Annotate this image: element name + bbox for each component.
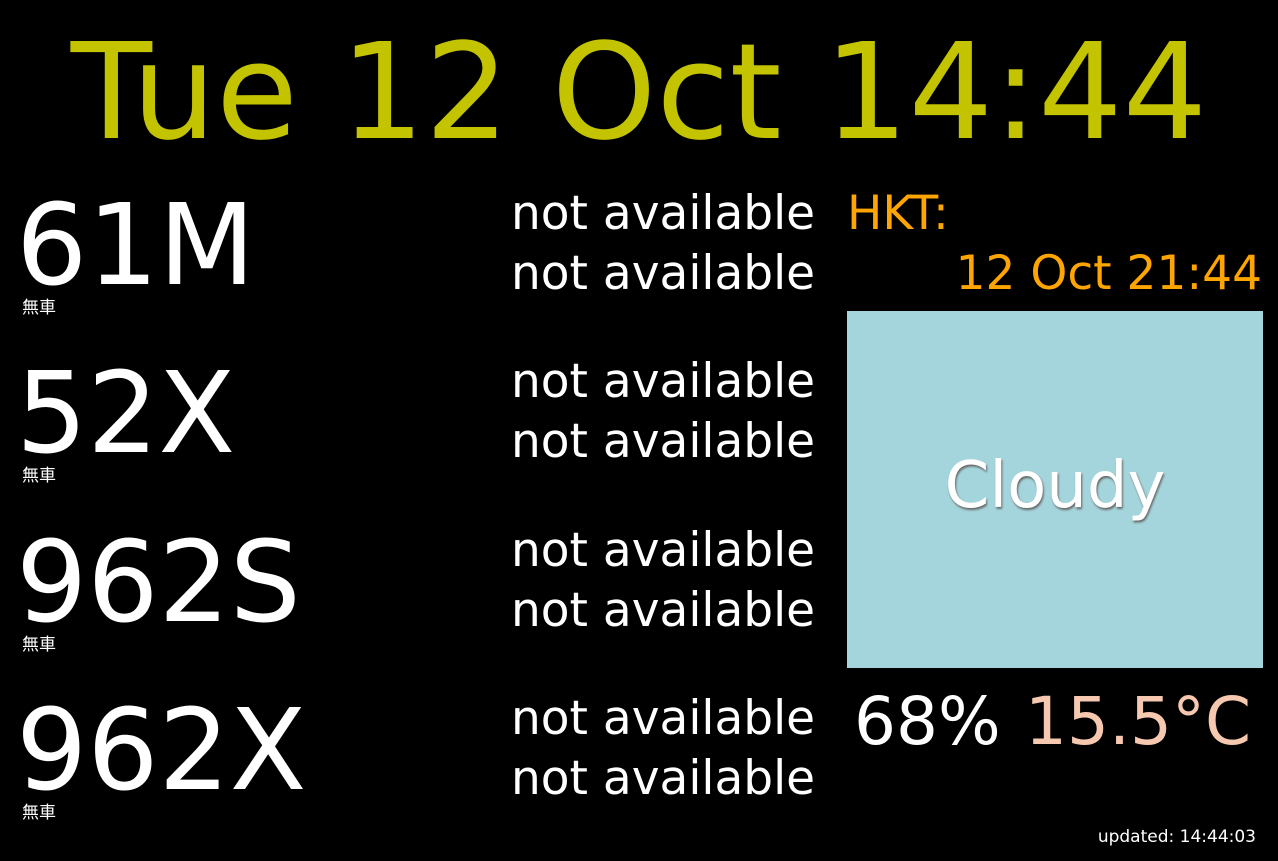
route-row: 52X 無車 <box>16 354 496 514</box>
weather-condition: Cloudy <box>944 449 1166 523</box>
route-status: 無車 <box>22 466 56 486</box>
dashboard-screen: Tue 12 Oct 14:44 61M 無車 not available no… <box>0 0 1278 861</box>
hkt-time: 12 Oct 21:44 <box>955 246 1262 301</box>
route-row: 962X 無車 <box>16 691 496 851</box>
route-number: 962S <box>16 518 301 648</box>
route-number: 61M <box>16 181 256 311</box>
route-number: 962X <box>16 686 307 816</box>
route-eta-1: not available <box>511 186 816 241</box>
humidity-reading: 68% <box>854 683 1001 760</box>
route-status: 無車 <box>22 803 56 823</box>
route-status: 無車 <box>22 298 56 318</box>
last-updated: updated: 14:44:03 <box>1097 827 1256 847</box>
temperature-reading: 15.5°C <box>1025 683 1252 760</box>
weather-panel: Cloudy <box>847 311 1263 668</box>
route-eta-2: not available <box>511 751 816 806</box>
route-status: 無車 <box>22 635 56 655</box>
route-row: 962S 無車 <box>16 523 496 683</box>
route-eta-2: not available <box>511 583 816 638</box>
route-row: 61M 無車 <box>16 186 496 346</box>
route-eta-2: not available <box>511 246 816 301</box>
hkt-label: HKT: <box>847 186 949 241</box>
date-time-clock: Tue 12 Oct 14:44 <box>70 16 1208 170</box>
route-number: 52X <box>16 349 236 479</box>
route-eta-2: not available <box>511 414 816 469</box>
route-eta-1: not available <box>511 523 816 578</box>
route-eta-1: not available <box>511 691 816 746</box>
route-eta-1: not available <box>511 354 816 409</box>
